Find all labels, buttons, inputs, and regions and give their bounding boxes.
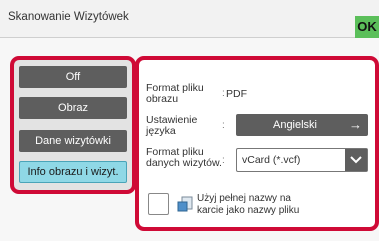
settings-highlight-frame <box>135 56 379 231</box>
title-bar: Skanowanie Wizytówek OK <box>0 0 379 38</box>
mode-highlight-frame <box>10 56 136 194</box>
page-title: Skanowanie Wizytówek <box>8 11 129 23</box>
screen: Skanowanie Wizytówek OK Off Obraz Dane w… <box>0 0 379 241</box>
ok-button[interactable]: OK <box>355 16 379 38</box>
